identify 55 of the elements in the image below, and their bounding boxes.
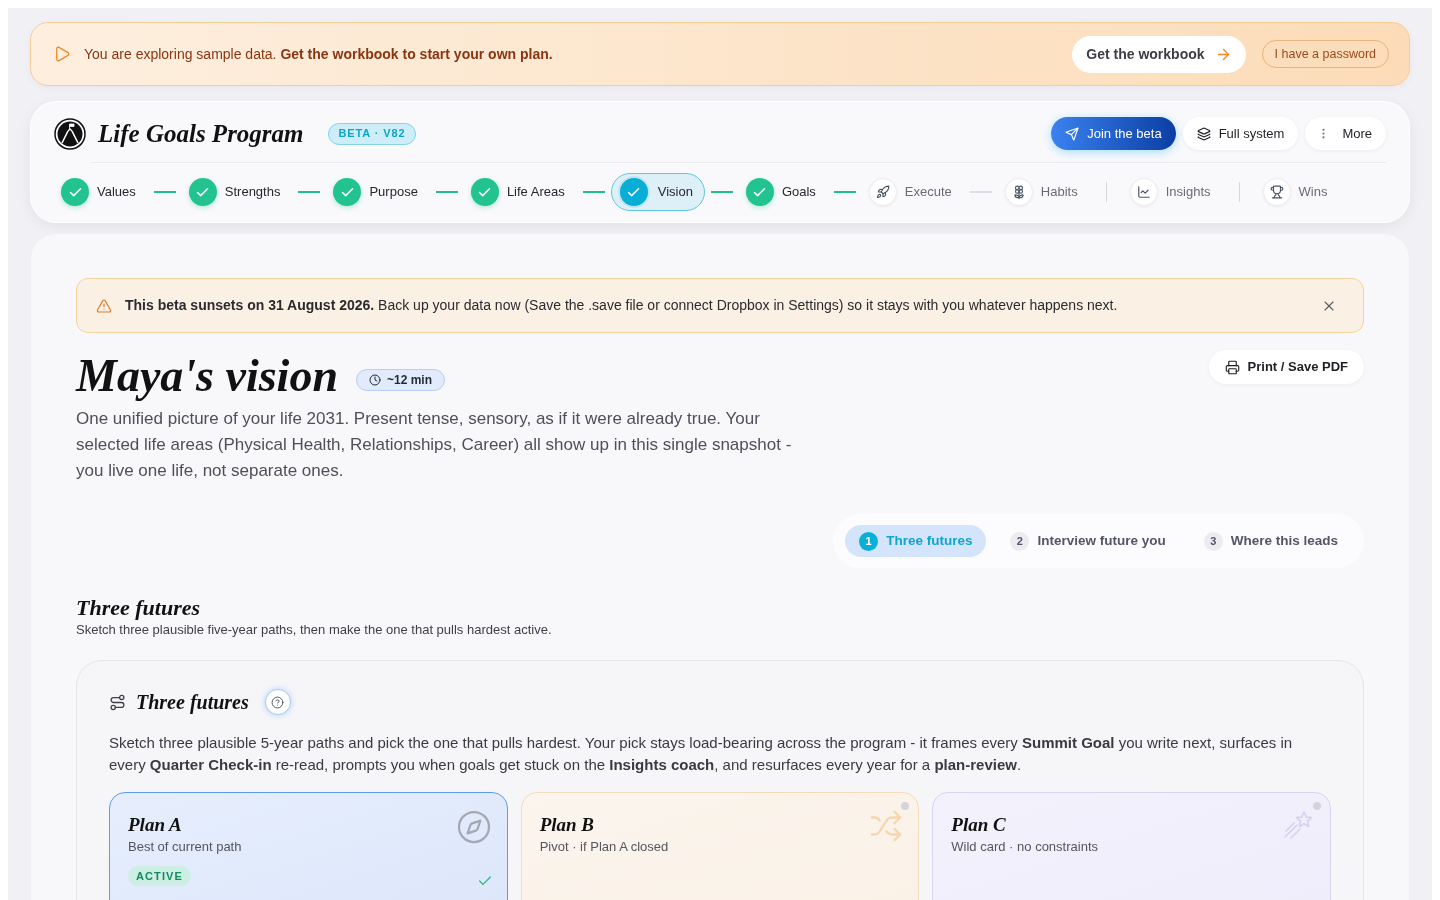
step-tab[interactable]: Vision — [610, 173, 705, 211]
help-button[interactable] — [264, 689, 291, 715]
step-tab[interactable]: Wins — [1255, 173, 1340, 211]
section-subtitle: Sketch three plausible five-year paths, then make the one that pulls hardest active. — [76, 621, 553, 639]
help-icon — [271, 695, 285, 709]
plan-title: Plan B — [539, 813, 595, 837]
step-number: 1 — [859, 531, 879, 551]
step-tab[interactable]: Values — [54, 173, 148, 211]
version-badge: BETA · V82 — [327, 122, 417, 145]
play-icon — [53, 45, 71, 63]
step-tab[interactable]: Strengths — [181, 173, 293, 211]
plan-card[interactable]: Plan A Best of current path ACTIVE — [109, 792, 508, 900]
section-title: Three futures — [76, 595, 202, 621]
step-tab[interactable]: Insights — [1122, 173, 1223, 211]
plan-subtitle: Pivot · if Plan A closed — [539, 838, 669, 856]
card-title: Three futures — [136, 692, 249, 712]
plan-card[interactable]: Plan C Wild card · no constraints — [932, 792, 1331, 900]
clock-icon — [368, 374, 381, 386]
page-title: Maya's vision — [76, 350, 338, 402]
duration-badge: ~12 min — [355, 369, 445, 391]
step-tab[interactable]: Purpose — [326, 173, 430, 211]
step-tab[interactable]: Execute — [861, 173, 964, 211]
plan-subtitle: Best of current path — [128, 838, 242, 856]
plan-title: Plan A — [128, 813, 182, 837]
active-badge: ACTIVE — [128, 866, 191, 886]
app-title: Life Goals Program — [98, 121, 304, 146]
plan-subtitle: Wild card · no constraints — [951, 838, 1098, 856]
card-description: Sketch three plausible 5-year paths and pick the one that pulls hardest. Your pick stays load-bearing across the program - it frames every Summit Goal you write next, surfaces in every Quarter Check-in re-read, prompts you when goals get stuck on the Insights coach, and resurfaces every year for a plan-review. — [109, 733, 1294, 775]
layers-icon — [1196, 126, 1211, 141]
get-workbook-button[interactable]: Get the workbook — [1072, 35, 1246, 73]
mountain-logo-icon — [54, 117, 86, 150]
step-tab[interactable]: Habits — [997, 173, 1090, 211]
more-button[interactable]: More — [1305, 117, 1386, 150]
step-number: 3 — [1203, 531, 1223, 551]
full-system-button[interactable]: Full system — [1182, 117, 1299, 150]
line-chart-icon — [1129, 178, 1158, 206]
banner-text: You are exploring sample data. Get the workbook to start your own plan. — [84, 44, 553, 64]
alert-text: This beta sunsets on 31 August 2026. Back up your data now (Save the .save file or connect Dropbox in Settings) so it stays with you whatever happens next. — [125, 296, 1118, 315]
compass-icon — [455, 809, 492, 845]
printer-icon — [1224, 359, 1240, 375]
vision-description: One unified picture of your life 2031. Present tense, sensory, as if it were already true. Your selected life areas (Physical Health, Relationships, Career) all show up in this single snapshot - you live one life, not separate ones. — [76, 408, 793, 482]
trophy-icon — [1262, 178, 1291, 206]
section-tab[interactable]: 2 Interview future you — [996, 525, 1180, 557]
send-icon — [1065, 126, 1080, 141]
plan-title: Plan C — [951, 813, 1006, 837]
route-icon — [109, 693, 126, 711]
join-button[interactable]: Join the beta — [1051, 117, 1176, 150]
shuffle-icon — [869, 809, 904, 843]
section-tab[interactable]: 3 Where this leads — [1189, 525, 1352, 557]
warning-icon — [96, 297, 112, 314]
plan-card[interactable]: Plan B Pivot · if Plan A closed — [520, 792, 920, 900]
step-tab[interactable]: Goals — [738, 173, 828, 211]
step-number: 2 — [1010, 531, 1030, 551]
step-tab[interactable]: Life Areas — [463, 173, 577, 211]
print-button[interactable]: Print / Save PDF — [1208, 350, 1364, 384]
